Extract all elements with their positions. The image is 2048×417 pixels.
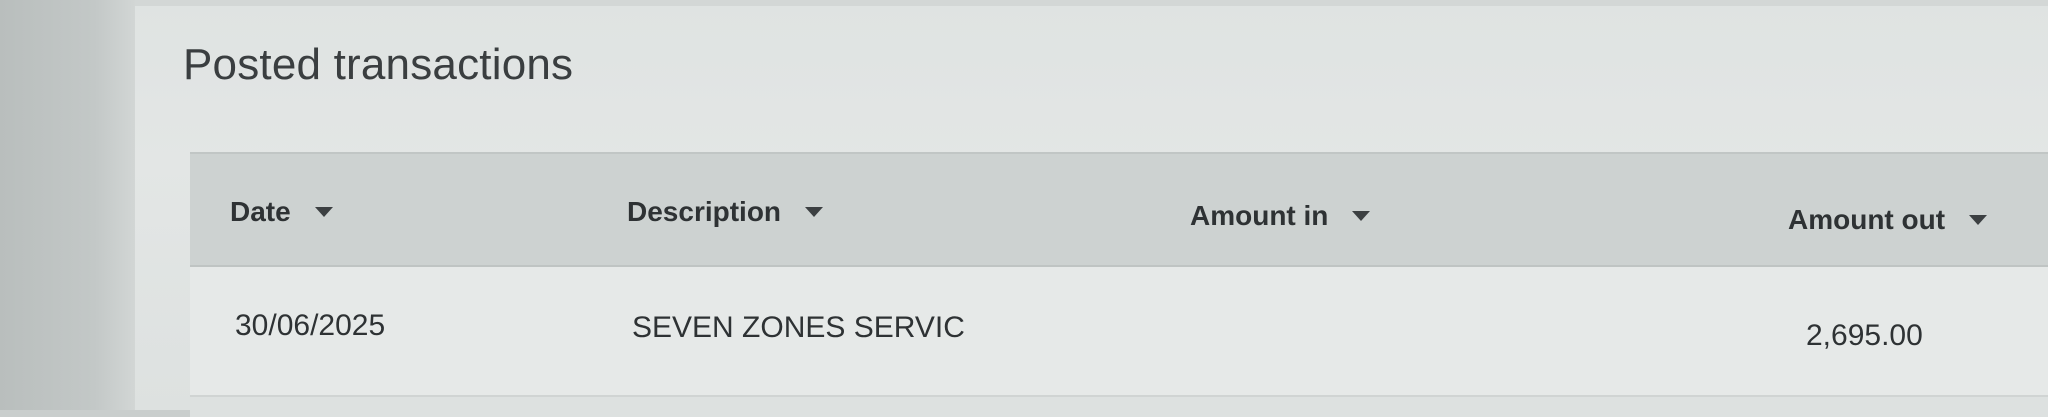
transaction-amount-out: 2,695.00 (1806, 319, 1923, 352)
caret-down-icon[interactable] (314, 207, 333, 217)
section-title: Posted transactions (183, 40, 574, 89)
column-header-amount-out-label: Amount out (1788, 204, 1946, 235)
column-header-description[interactable]: Description (627, 196, 824, 228)
left-gutter (0, 0, 135, 410)
panel-top-edge (135, 0, 2048, 6)
transaction-description: SEVEN ZONES SERVIC (632, 311, 965, 344)
column-header-amount-in-label: Amount in (1190, 200, 1329, 231)
column-header-date-label: Date (230, 196, 291, 227)
caret-down-icon[interactable] (1969, 215, 1988, 225)
transactions-table: Date Description Amount in Amount out 30… (190, 152, 2048, 417)
table-header: Date Description Amount in Amount out (190, 152, 2048, 267)
table-row[interactable]: 30/06/2025 SEVEN ZONES SERVIC 2,695.00 (190, 267, 2048, 397)
column-header-date[interactable]: Date (230, 196, 333, 228)
column-header-amount-out[interactable]: Amount out (1788, 204, 1988, 236)
column-header-description-label: Description (627, 196, 782, 227)
caret-down-icon[interactable] (1352, 211, 1371, 221)
table-row-partial (190, 397, 2048, 417)
transaction-date: 30/06/2025 (235, 309, 386, 342)
transactions-panel: Posted transactions Date Description Amo… (135, 0, 2048, 417)
caret-down-icon[interactable] (805, 207, 824, 217)
column-header-amount-in[interactable]: Amount in (1190, 200, 1371, 232)
